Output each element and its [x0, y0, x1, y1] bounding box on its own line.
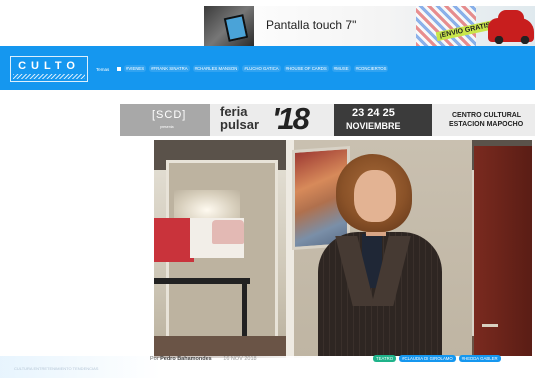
topic-tag-muse[interactable]: #MUSE	[331, 65, 351, 72]
article-tag-hedda-gabler[interactable]: #HEDDA GABLER	[458, 355, 501, 362]
header-topic-tags: #VIENES #FRANK SINATRA #CHARLES MANSON #…	[124, 65, 389, 72]
feria-pulsar-banner[interactable]: [SCD] presenta feria pulsar '18 23 24 25…	[120, 104, 535, 136]
event-days: 23 24 25	[352, 107, 395, 119]
photo-person-face	[354, 170, 396, 222]
byline-prefix: Por	[150, 356, 159, 362]
ad-phone-screen	[223, 14, 249, 42]
logo-stripes	[13, 74, 85, 79]
logo-text: CULTO	[18, 60, 80, 72]
topic-tag-charles-manson[interactable]: #CHARLES MANSON	[192, 65, 240, 72]
temas-label: Temas	[96, 67, 110, 72]
photo-table-leg	[242, 284, 247, 336]
event-month: NOVIEMBRE	[346, 121, 401, 131]
pulsar-word: pulsar	[220, 117, 260, 132]
site-header: CULTO Temas #VIENES #FRANK SINATRA #CHAR…	[0, 46, 535, 90]
ad-headline: Pantalla touch 7"	[266, 18, 357, 32]
ad-car-image	[488, 10, 534, 44]
byline-author[interactable]: Pedro Bahamondes	[160, 356, 212, 362]
topic-tag-lucho-gatica[interactable]: #LUCHO GATICA	[242, 65, 281, 72]
topic-tag-vienes[interactable]: #VIENES	[124, 65, 147, 72]
edition-number: '18	[272, 104, 310, 136]
photo-red-artwork	[154, 218, 194, 262]
scd-presenta: presenta	[160, 125, 174, 129]
photo-lamp	[212, 220, 244, 244]
article-tags: TEATRO #CLAUDIA DI GIROLAMO #HEDDA GABLE…	[373, 355, 501, 362]
topic-tag-house-of-cards[interactable]: #HOUSE OF CARDS	[283, 65, 329, 72]
top-ad-banner[interactable]: Pantalla touch 7" ¡ENVÍO GRATIS!	[204, 6, 535, 46]
page: Pantalla touch 7" ¡ENVÍO GRATIS! CULTO T…	[0, 0, 535, 378]
byline-date: 16 NOV 2018	[223, 356, 257, 362]
temas-square-icon	[117, 67, 121, 71]
article-byline: Por Pedro Bahamondes 16 NOV 2018	[150, 356, 257, 362]
venue-line-2: ESTACION MAPOCHO	[449, 121, 524, 128]
faint-footer-text: CULTURA ENTRETENIMIENTO TENDENCIAS	[14, 366, 99, 371]
topic-tag-frank-sinatra[interactable]: #FRANK SINATRA	[149, 65, 190, 72]
site-logo[interactable]: CULTO	[10, 56, 88, 82]
article-tag-claudia-di-girolamo[interactable]: #CLAUDIA DI GIROLAMO	[399, 355, 456, 362]
venue-line-1: CENTRO CULTURAL	[452, 112, 522, 119]
article-photo	[154, 140, 532, 358]
photo-door-handle	[482, 324, 498, 327]
photo-table	[154, 278, 250, 284]
topic-tag-conciertos[interactable]: #CONCIERTOS	[353, 65, 389, 72]
ad-phone-image	[204, 6, 254, 46]
article-tag-teatro[interactable]: TEATRO	[373, 355, 397, 362]
scd-logo: [SCD]	[152, 109, 187, 121]
